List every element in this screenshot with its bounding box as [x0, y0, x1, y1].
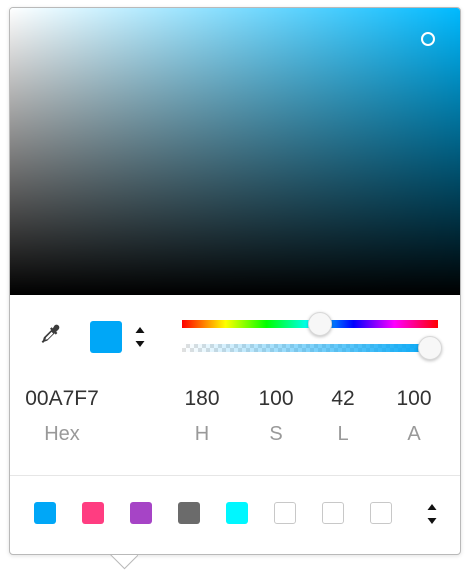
- preset-swatch[interactable]: [130, 502, 152, 524]
- alpha-label: A: [407, 423, 421, 445]
- current-color-swatch[interactable]: [90, 321, 122, 353]
- lightness-label: L: [337, 423, 349, 445]
- preset-swatch[interactable]: [82, 502, 104, 524]
- popover-pointer: [110, 555, 138, 575]
- hex-field[interactable]: 00A7F7 Hex: [12, 386, 112, 446]
- eyedropper-icon[interactable]: [39, 323, 63, 347]
- up-down-arrows-icon[interactable]: [425, 499, 439, 529]
- preset-swatch[interactable]: [178, 502, 200, 524]
- lightness-field[interactable]: 42 L: [313, 386, 373, 446]
- saturation-lightness-area[interactable]: [10, 8, 460, 295]
- color-picker-panel: 00A7F7 Hex 180 H 100 S 42 L 100 A: [9, 7, 461, 555]
- alpha-slider-fill: [182, 344, 438, 352]
- preset-swatch[interactable]: [226, 502, 248, 524]
- lightness-value[interactable]: 42: [313, 386, 373, 412]
- saturation-value[interactable]: 100: [246, 386, 306, 412]
- empty-preset-swatch[interactable]: [274, 502, 296, 524]
- saturation-label: S: [269, 423, 283, 445]
- saturation-handle[interactable]: [421, 32, 435, 46]
- preset-swatch[interactable]: [34, 502, 56, 524]
- alpha-slider-thumb[interactable]: [418, 336, 442, 360]
- empty-preset-swatch[interactable]: [370, 502, 392, 524]
- alpha-field[interactable]: 100 A: [384, 386, 444, 446]
- divider: [10, 475, 460, 476]
- up-down-arrows-icon[interactable]: [133, 322, 147, 352]
- empty-preset-swatch[interactable]: [322, 502, 344, 524]
- alpha-slider[interactable]: [182, 344, 438, 352]
- hex-label: Hex: [44, 423, 80, 445]
- hue-field[interactable]: 180 H: [172, 386, 232, 446]
- hue-slider-thumb[interactable]: [308, 312, 333, 336]
- alpha-value[interactable]: 100: [384, 386, 444, 412]
- hue-value[interactable]: 180: [172, 386, 232, 412]
- hex-value[interactable]: 00A7F7: [12, 386, 112, 412]
- hue-label: H: [194, 423, 210, 445]
- saturation-field[interactable]: 100 S: [246, 386, 306, 446]
